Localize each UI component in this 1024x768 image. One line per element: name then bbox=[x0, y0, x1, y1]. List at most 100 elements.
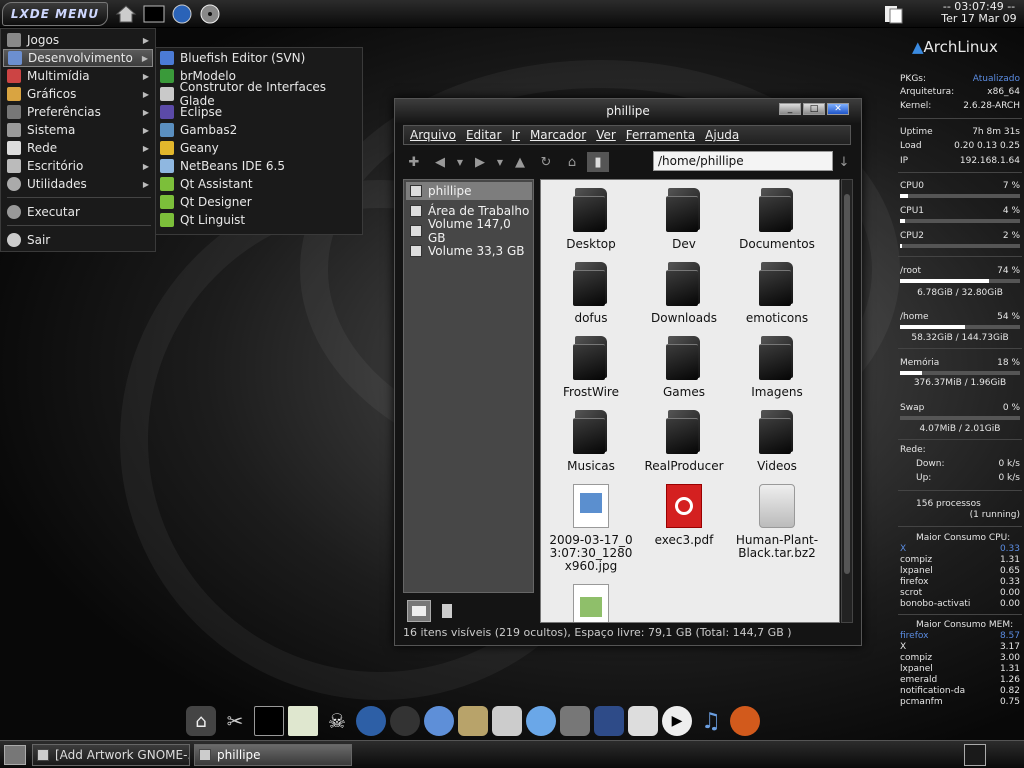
menu-ajuda[interactable]: Ajuda bbox=[705, 128, 739, 142]
file-item-emoticons[interactable]: emoticons bbox=[731, 262, 823, 325]
dock-spreadsheet-icon[interactable] bbox=[288, 706, 318, 736]
dock-terminal-icon[interactable] bbox=[254, 706, 284, 736]
window-toolbar: ✚ ◀ ▼ ▶ ▼ ▲ ↻ ⌂ ▮ /home/phillipe ↓ bbox=[403, 149, 851, 175]
clipboard-icon[interactable] bbox=[882, 3, 904, 25]
submenu-item-netbeans[interactable]: NetBeans IDE 6.5 bbox=[160, 157, 360, 175]
terminal-launcher[interactable] bbox=[142, 3, 166, 25]
scrollbar-thumb[interactable] bbox=[844, 194, 850, 574]
reload-button[interactable]: ↻ bbox=[535, 152, 557, 172]
media-launcher[interactable] bbox=[198, 3, 222, 25]
file-item-imagens[interactable]: Imagens bbox=[731, 336, 823, 399]
menu-item-sistema[interactable]: Sistema ▶ bbox=[3, 121, 153, 139]
maximize-button[interactable]: □ bbox=[803, 103, 825, 115]
taskbar-item-add-artwork[interactable]: [Add Artwork GNOME-... bbox=[32, 744, 190, 766]
file-item-frostwire[interactable]: FrostWire bbox=[545, 336, 637, 399]
menu-ferramenta[interactable]: Ferramenta bbox=[626, 128, 695, 142]
menu-ir[interactable]: Ir bbox=[511, 128, 519, 142]
submenu-item-geany[interactable]: Geany bbox=[160, 139, 360, 157]
close-button[interactable]: ✕ bbox=[827, 103, 849, 115]
folder-icon bbox=[759, 188, 795, 232]
place-item-home[interactable]: phillipe bbox=[406, 182, 532, 200]
submenu-item-qt-designer[interactable]: Qt Designer bbox=[160, 193, 360, 211]
file-item-games[interactable]: Games bbox=[638, 336, 730, 399]
workspace-switcher[interactable] bbox=[964, 744, 986, 766]
new-tab-button[interactable]: ✚ bbox=[403, 152, 425, 172]
menu-editar[interactable]: Editar bbox=[466, 128, 502, 142]
file-view-scrollbar[interactable] bbox=[841, 179, 853, 623]
file-item-exec3-pdf[interactable]: exec3.pdf bbox=[638, 484, 730, 547]
menu-arquivo[interactable]: Arquivo bbox=[410, 128, 456, 142]
submenu-item-qt-assistant[interactable]: Qt Assistant bbox=[160, 175, 360, 193]
file-item-partial[interactable] bbox=[545, 584, 637, 622]
place-item-volume-33[interactable]: Volume 33,3 GB bbox=[406, 242, 532, 260]
forward-history-button[interactable]: ▼ bbox=[495, 152, 505, 172]
bottom-panel: [Add Artwork GNOME-... phillipe bbox=[0, 740, 1024, 768]
submenu-item-glade[interactable]: Construtor de Interfaces Glade bbox=[160, 80, 360, 108]
home-button[interactable]: ⌂ bbox=[561, 152, 583, 172]
taskbar-item-phillipe[interactable]: phillipe bbox=[194, 744, 352, 766]
file-item-dev[interactable]: Dev bbox=[638, 188, 730, 251]
menu-item-multimidia[interactable]: Multimídia ▶ bbox=[3, 67, 153, 85]
file-item-desktop[interactable]: Desktop bbox=[545, 188, 637, 251]
menu-item-utilidades[interactable]: Utilidades ▶ bbox=[3, 175, 153, 193]
menu-ver[interactable]: Ver bbox=[596, 128, 616, 142]
submenu-item-eclipse[interactable]: Eclipse bbox=[160, 103, 360, 121]
dock-tools-icon[interactable]: ✂ bbox=[220, 706, 250, 736]
up-button[interactable]: ▲ bbox=[509, 152, 531, 172]
window-titlebar[interactable]: phillipe _ □ ✕ bbox=[395, 99, 861, 123]
menu-item-desenvolvimento[interactable]: Desenvolvimento ▶ bbox=[3, 49, 153, 67]
back-history-button[interactable]: ▼ bbox=[455, 152, 465, 172]
forward-button[interactable]: ▶ bbox=[469, 152, 491, 172]
file-item-musicas[interactable]: Musicas bbox=[545, 410, 637, 473]
minimize-button[interactable]: _ bbox=[779, 103, 801, 115]
dock-media-player-icon[interactable]: ▶ bbox=[662, 706, 692, 736]
file-item-archive[interactable]: Human-Plant-Black.tar.bz2 bbox=[731, 484, 823, 560]
dock-network-icon[interactable] bbox=[390, 706, 420, 736]
dock-mail-icon[interactable] bbox=[424, 706, 454, 736]
submenu-item-bluefish[interactable]: Bluefish Editor (SVN) bbox=[160, 49, 360, 67]
dock-home-icon[interactable]: ⌂ bbox=[186, 706, 216, 736]
menu-item-executar[interactable]: Executar bbox=[3, 203, 153, 221]
menu-item-jogos[interactable]: Jogos ▶ bbox=[3, 31, 153, 49]
places-view-button[interactable] bbox=[407, 600, 431, 622]
submenu-item-gambas2[interactable]: Gambas2 bbox=[160, 121, 360, 139]
dock-camera-icon[interactable] bbox=[628, 706, 658, 736]
menu-marcador[interactable]: Marcador bbox=[530, 128, 586, 142]
dock-music-icon[interactable]: ♫ bbox=[696, 706, 726, 736]
dock-messenger-icon[interactable] bbox=[526, 706, 556, 736]
file-item-videos[interactable]: Videos bbox=[731, 410, 823, 473]
dock-gimp-icon[interactable] bbox=[458, 706, 488, 736]
menu-item-sair[interactable]: Sair bbox=[3, 231, 153, 249]
go-button[interactable]: ↓ bbox=[833, 152, 855, 172]
home-icon bbox=[115, 5, 137, 23]
menu-item-preferencias[interactable]: Preferências ▶ bbox=[3, 103, 153, 121]
jpeg-image-icon bbox=[573, 484, 609, 528]
menu-item-rede[interactable]: Rede ▶ bbox=[3, 139, 153, 157]
dock-office-icon[interactable] bbox=[492, 706, 522, 736]
dock-editor-icon[interactable] bbox=[594, 706, 624, 736]
place-item-volume-147[interactable]: Volume 147,0 GB bbox=[406, 217, 532, 245]
file-item-realproducer[interactable]: RealProducer bbox=[638, 410, 730, 473]
clock[interactable]: -- 03:07:49 -- Ter 17 Mar 09 bbox=[936, 1, 1022, 27]
lxde-menu-button[interactable]: LXDE MENU bbox=[2, 2, 108, 26]
cpu1-bar bbox=[900, 219, 1020, 223]
file-item-dofus[interactable]: dofus bbox=[545, 262, 637, 325]
menu-item-escritorio[interactable]: Escritório ▶ bbox=[3, 157, 153, 175]
menu-item-graficos[interactable]: Gráficos ▶ bbox=[3, 85, 153, 103]
file-item-screenshot-jpg[interactable]: 2009-03-17_03:07:30_1280x960.jpg bbox=[545, 484, 637, 573]
conky-mem-top-row: emerald 1.26 bbox=[900, 675, 1020, 685]
device-button[interactable]: ▮ bbox=[587, 152, 609, 172]
path-input[interactable]: /home/phillipe bbox=[653, 151, 833, 171]
file-item-documentos[interactable]: Documentos bbox=[731, 188, 823, 251]
home-launcher[interactable] bbox=[114, 3, 138, 25]
browser-launcher[interactable] bbox=[170, 3, 194, 25]
dock-skull-icon[interactable]: ☠ bbox=[322, 706, 352, 736]
show-desktop-button[interactable] bbox=[4, 745, 26, 765]
file-item-downloads[interactable]: Downloads bbox=[638, 262, 730, 325]
dock-virtualbox-icon[interactable] bbox=[560, 706, 590, 736]
dock-fire-icon[interactable] bbox=[730, 706, 760, 736]
dock-firefox-icon[interactable] bbox=[356, 706, 386, 736]
submenu-item-qt-linguist[interactable]: Qt Linguist bbox=[160, 211, 360, 229]
back-button[interactable]: ◀ bbox=[429, 152, 451, 172]
trash-button[interactable] bbox=[437, 600, 457, 622]
